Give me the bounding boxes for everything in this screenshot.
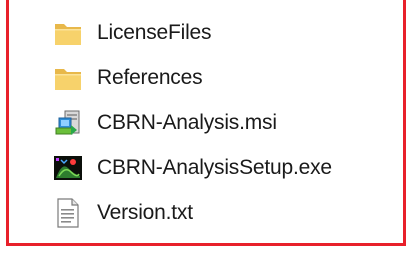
file-item-references[interactable]: References bbox=[53, 55, 393, 100]
highlight-frame: LicenseFiles References CBRN-Analysis.ms… bbox=[6, 0, 406, 246]
text-file-icon bbox=[53, 197, 83, 228]
msi-installer-icon bbox=[53, 108, 83, 138]
file-item-cbrn-analysissetup-exe[interactable]: CBRN-AnalysisSetup.exe bbox=[53, 145, 393, 190]
folder-icon bbox=[53, 63, 83, 93]
file-item-licensefiles[interactable]: LicenseFiles bbox=[53, 10, 393, 55]
file-name: CBRN-Analysis.msi bbox=[97, 110, 277, 134]
file-item-version-txt[interactable]: Version.txt bbox=[53, 190, 393, 235]
file-name: Version.txt bbox=[97, 200, 193, 224]
file-name: References bbox=[97, 65, 203, 89]
file-name: CBRN-AnalysisSetup.exe bbox=[97, 155, 332, 179]
file-list: LicenseFiles References CBRN-Analysis.ms… bbox=[53, 10, 393, 235]
setup-exe-icon bbox=[53, 153, 83, 183]
file-name: LicenseFiles bbox=[97, 20, 212, 44]
folder-icon bbox=[53, 18, 83, 48]
file-item-cbrn-analysis-msi[interactable]: CBRN-Analysis.msi bbox=[53, 100, 393, 145]
